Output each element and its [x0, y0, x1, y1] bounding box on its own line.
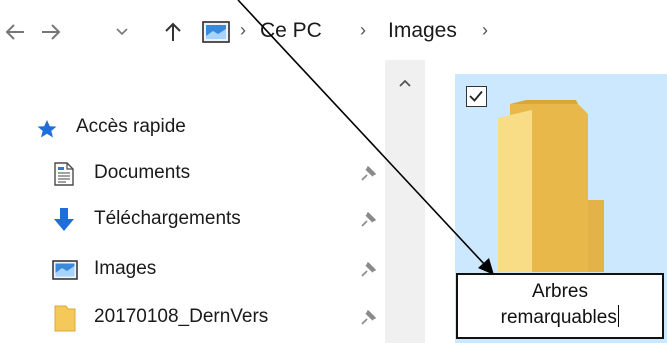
annotation-arrow [237, 0, 494, 275]
